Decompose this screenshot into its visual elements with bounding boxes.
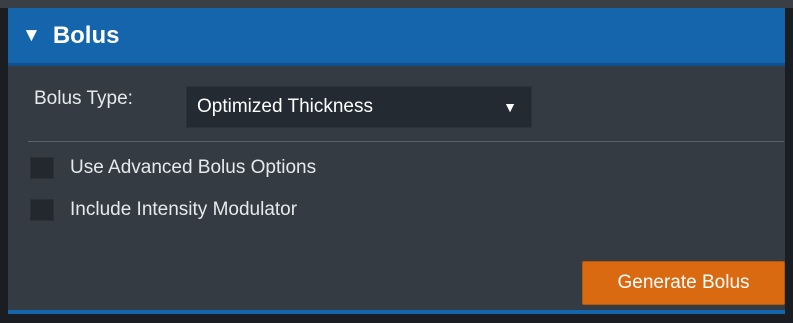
advanced-options-label[interactable]: Use Advanced Bolus Options xyxy=(70,157,316,179)
bolus-type-selected-value: Optimized Thickness xyxy=(197,96,373,117)
window-top-strip xyxy=(0,0,793,8)
generate-bolus-button[interactable]: Generate Bolus xyxy=(582,261,785,305)
bolus-type-select[interactable]: Optimized Thickness ▼ xyxy=(186,86,532,128)
intensity-modulator-checkbox[interactable] xyxy=(30,199,54,221)
panel-title: Bolus xyxy=(52,21,120,49)
intensity-modulator-label[interactable]: Include Intensity Modulator xyxy=(70,199,297,221)
advanced-options-checkbox[interactable] xyxy=(30,157,54,179)
advanced-options-row[interactable]: Use Advanced Bolus Options xyxy=(30,157,316,179)
triangle-down-icon[interactable]: ▼ xyxy=(22,26,41,45)
bolus-type-row: Bolus Type: xyxy=(34,88,133,110)
bolus-panel: ▼ Bolus Bolus Type: Optimized Thickness … xyxy=(8,8,785,312)
intensity-modulator-row[interactable]: Include Intensity Modulator xyxy=(30,199,297,221)
bolus-type-label: Bolus Type: xyxy=(34,88,133,109)
panel-bottom-accent xyxy=(8,310,785,314)
divider xyxy=(28,141,784,142)
bolus-panel-header[interactable]: ▼ Bolus xyxy=(8,8,785,66)
dropdown-arrow-icon[interactable]: ▼ xyxy=(503,99,517,115)
